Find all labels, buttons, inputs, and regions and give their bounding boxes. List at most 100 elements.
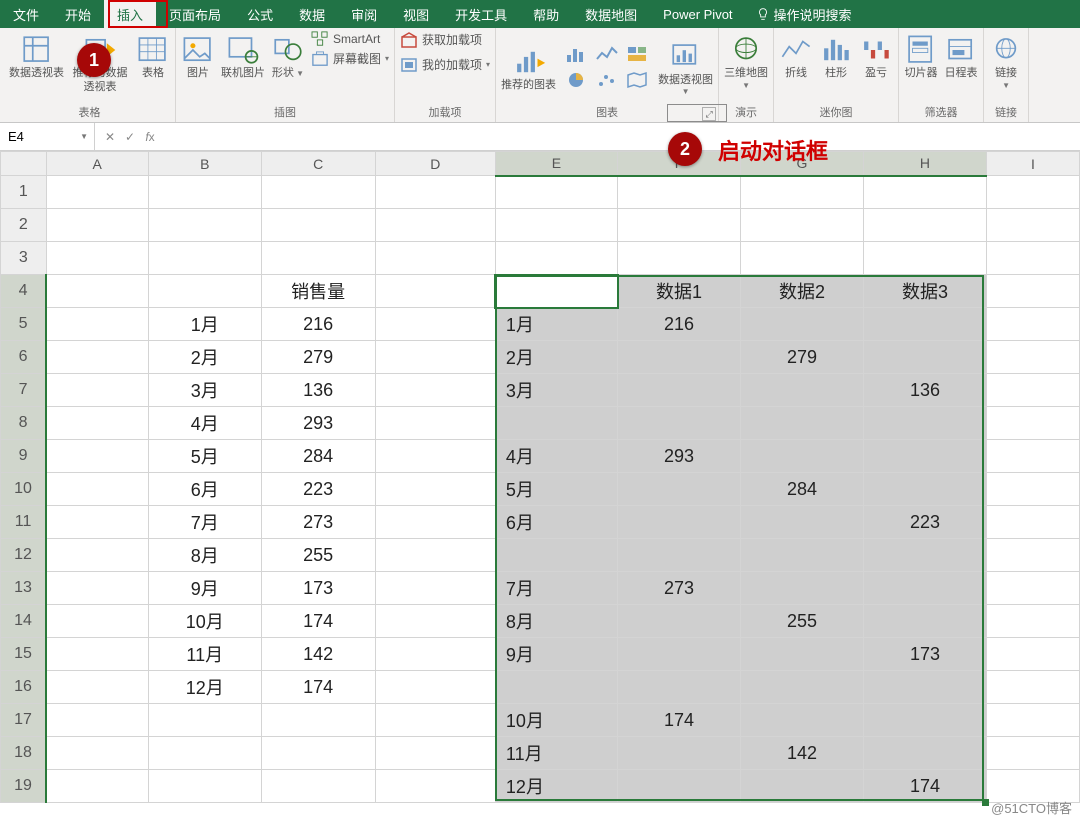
cell-D11[interactable]: [375, 506, 495, 539]
cell-I1[interactable]: [986, 176, 1079, 209]
cell-E13[interactable]: 7月: [495, 572, 617, 605]
tab-view[interactable]: 视图: [390, 0, 442, 28]
cell-D16[interactable]: [375, 671, 495, 704]
cell-E1[interactable]: [495, 176, 617, 209]
cell-I10[interactable]: [986, 473, 1079, 506]
cell-C9[interactable]: 284: [261, 440, 375, 473]
cell-F4[interactable]: 数据1: [618, 275, 741, 308]
cell-E8[interactable]: [495, 407, 617, 440]
cell-B15[interactable]: 11月: [148, 638, 261, 671]
cell-A19[interactable]: [46, 770, 148, 803]
cell-D15[interactable]: [375, 638, 495, 671]
cell-I5[interactable]: [986, 308, 1079, 341]
pictures-button[interactable]: 图片: [181, 31, 215, 81]
tab-help[interactable]: 帮助: [520, 0, 572, 28]
sparkline-winloss-button[interactable]: 盈亏: [859, 31, 893, 81]
cell-B1[interactable]: [148, 176, 261, 209]
my-addins-button[interactable]: 我的加载项 ▾: [400, 56, 490, 73]
cell-E11[interactable]: 6月: [495, 506, 617, 539]
cell-H9[interactable]: [863, 440, 986, 473]
cell-A9[interactable]: [46, 440, 148, 473]
chart-type-line-button[interactable]: [594, 43, 620, 65]
cell-A10[interactable]: [46, 473, 148, 506]
chart-type-column-button[interactable]: [564, 43, 590, 65]
cell-A15[interactable]: [46, 638, 148, 671]
cell-G4[interactable]: 数据2: [741, 275, 864, 308]
cell-H7[interactable]: 136: [863, 374, 986, 407]
row-header-4[interactable]: 4: [1, 275, 47, 308]
col-header-I[interactable]: I: [986, 152, 1079, 176]
cell-C5[interactable]: 216: [261, 308, 375, 341]
cell-G18[interactable]: 142: [741, 737, 864, 770]
pivot-table-button[interactable]: 数据透视表: [9, 31, 64, 81]
cell-E9[interactable]: 4月: [495, 440, 617, 473]
row-header-14[interactable]: 14: [1, 605, 47, 638]
screenshot-button[interactable]: 屏幕截图 ▾: [311, 50, 389, 67]
cell-I2[interactable]: [986, 209, 1079, 242]
cell-I8[interactable]: [986, 407, 1079, 440]
cell-F14[interactable]: [618, 605, 741, 638]
cell-A7[interactable]: [46, 374, 148, 407]
tab-review[interactable]: 审阅: [338, 0, 390, 28]
formula-enter-button[interactable]: ✓: [121, 128, 139, 146]
cell-E18[interactable]: 11月: [495, 737, 617, 770]
online-pictures-button[interactable]: 联机图片: [221, 31, 265, 81]
cell-C12[interactable]: 255: [261, 539, 375, 572]
cell-B10[interactable]: 6月: [148, 473, 261, 506]
cell-H11[interactable]: 223: [863, 506, 986, 539]
hyperlink-button[interactable]: 链接 ▼: [989, 31, 1023, 91]
cell-H5[interactable]: [863, 308, 986, 341]
cell-C10[interactable]: 223: [261, 473, 375, 506]
cell-G14[interactable]: 255: [741, 605, 864, 638]
cell-F16[interactable]: [618, 671, 741, 704]
cell-G13[interactable]: [741, 572, 864, 605]
cell-G8[interactable]: [741, 407, 864, 440]
cell-G7[interactable]: [741, 374, 864, 407]
cell-I3[interactable]: [986, 242, 1079, 275]
tell-me-search[interactable]: 操作说明搜索: [746, 5, 852, 24]
cell-D12[interactable]: [375, 539, 495, 572]
cell-H6[interactable]: [863, 341, 986, 374]
shapes-button[interactable]: 形状 ▼: [271, 31, 305, 81]
cell-C18[interactable]: [261, 737, 375, 770]
cell-C17[interactable]: [261, 704, 375, 737]
cell-G11[interactable]: [741, 506, 864, 539]
cell-I4[interactable]: [986, 275, 1079, 308]
cell-G9[interactable]: [741, 440, 864, 473]
cell-D13[interactable]: [375, 572, 495, 605]
tab-powerpivot[interactable]: Power Pivot: [650, 0, 745, 28]
cell-F6[interactable]: [618, 341, 741, 374]
cell-B11[interactable]: 7月: [148, 506, 261, 539]
row-header-17[interactable]: 17: [1, 704, 47, 737]
row-header-1[interactable]: 1: [1, 176, 47, 209]
cell-D8[interactable]: [375, 407, 495, 440]
cell-A2[interactable]: [46, 209, 148, 242]
insert-function-button[interactable]: fx: [141, 128, 159, 146]
cell-H1[interactable]: [863, 176, 986, 209]
cell-B2[interactable]: [148, 209, 261, 242]
formula-bar-input[interactable]: [165, 123, 1080, 150]
cell-G10[interactable]: 284: [741, 473, 864, 506]
cell-I14[interactable]: [986, 605, 1079, 638]
cell-C1[interactable]: [261, 176, 375, 209]
cell-F9[interactable]: 293: [618, 440, 741, 473]
col-header-D[interactable]: D: [375, 152, 495, 176]
cell-H17[interactable]: [863, 704, 986, 737]
charts-dialog-launcher[interactable]: ⤢: [702, 107, 716, 121]
cell-A4[interactable]: [46, 275, 148, 308]
timeline-button[interactable]: 日程表: [944, 31, 978, 81]
cell-F12[interactable]: [618, 539, 741, 572]
cell-B5[interactable]: 1月: [148, 308, 261, 341]
cell-I16[interactable]: [986, 671, 1079, 704]
cell-A14[interactable]: [46, 605, 148, 638]
formula-cancel-button[interactable]: ✕: [101, 128, 119, 146]
cell-H13[interactable]: [863, 572, 986, 605]
cell-H3[interactable]: [863, 242, 986, 275]
row-header-10[interactable]: 10: [1, 473, 47, 506]
cell-D17[interactable]: [375, 704, 495, 737]
cell-H14[interactable]: [863, 605, 986, 638]
cell-B3[interactable]: [148, 242, 261, 275]
cell-I13[interactable]: [986, 572, 1079, 605]
cell-I18[interactable]: [986, 737, 1079, 770]
cell-H16[interactable]: [863, 671, 986, 704]
